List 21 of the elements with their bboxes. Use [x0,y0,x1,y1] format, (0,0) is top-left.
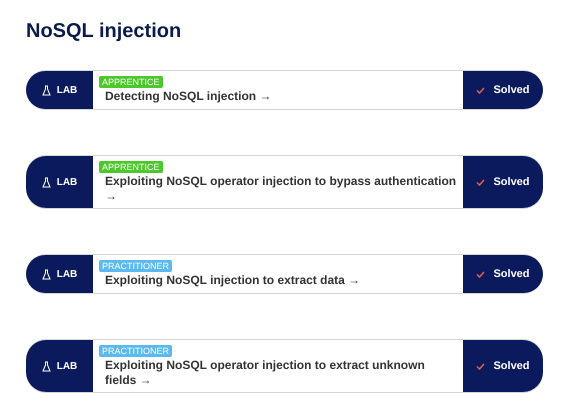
status-text: Solved [493,360,530,372]
page-heading: NoSQL injection [26,19,182,44]
lab-link[interactable]: Exploiting NoSQL operator injection to extract unknown fields → [99,358,457,388]
lab-tag: LAB [56,84,78,96]
flask-icon [42,84,51,96]
status-text: Solved [493,176,530,188]
lab-tag: LAB [56,176,78,188]
difficulty-badge: APPRENTICE [99,161,163,173]
lab-link[interactable]: Exploiting NoSQL injection to extract data → [99,273,360,288]
flask-icon [42,176,51,188]
lab-link[interactable]: Detecting NoSQL injection → [99,89,272,104]
lab-link[interactable]: Exploiting NoSQL operator injection to bypass authentication → [99,174,457,204]
flask-icon [42,360,51,372]
lab-tag: LAB [56,268,78,280]
lab-tag: LAB [56,360,78,372]
difficulty-badge: PRACTITIONER [99,260,172,272]
status-text: Solved [493,84,530,96]
status-text: Solved [493,268,530,280]
difficulty-badge: APPRENTICE [99,76,163,88]
difficulty-badge: PRACTITIONER [99,345,172,357]
flask-icon [42,268,51,280]
